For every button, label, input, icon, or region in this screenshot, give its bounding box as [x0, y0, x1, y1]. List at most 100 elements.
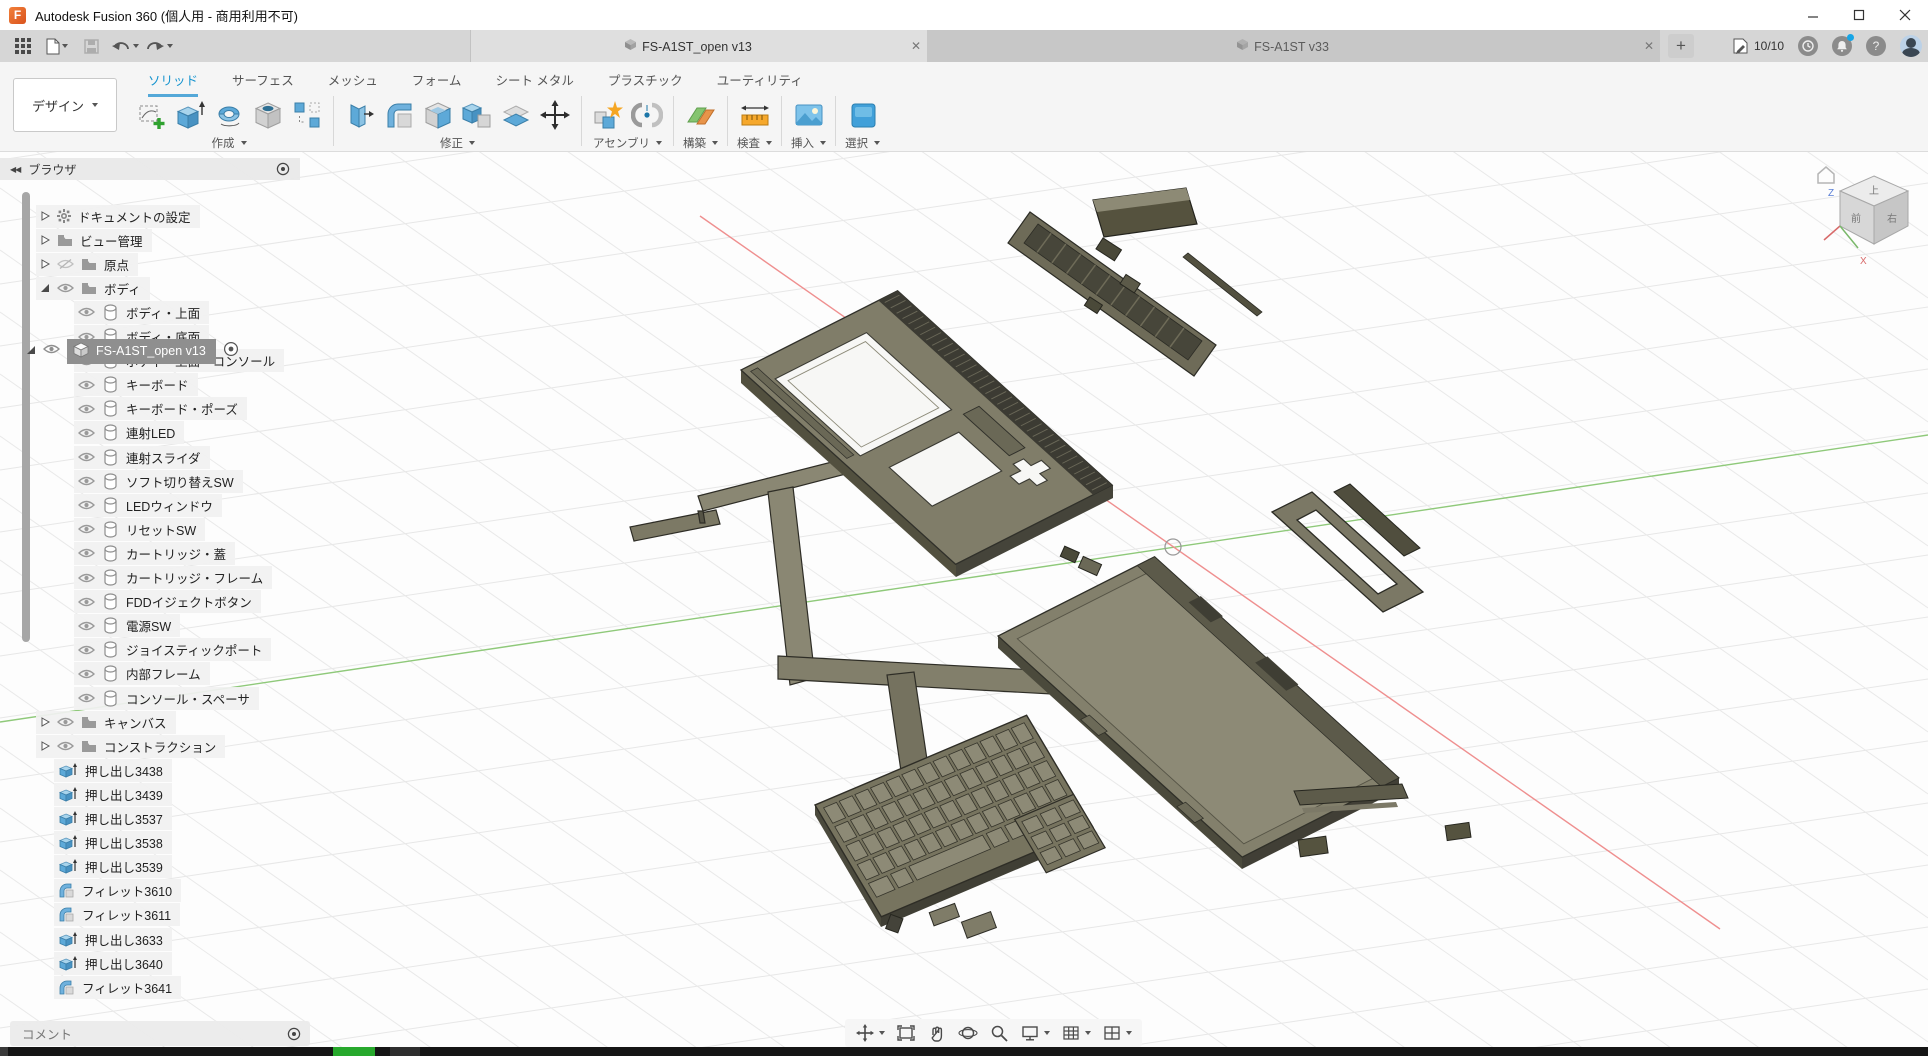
ribbon-group-label[interactable]: アセンブリ [593, 135, 662, 151]
app-grid-menu-icon[interactable] [8, 33, 38, 59]
tree-item-ドキュメントの設定[interactable]: ドキュメントの設定 [36, 205, 200, 227]
tree-item-コンストラクション[interactable]: コンストラクション [36, 735, 225, 757]
ribbon-tab-フォーム[interactable]: フォーム [412, 70, 462, 97]
collapse-panel-icon[interactable]: ◀◀ [10, 165, 20, 174]
eye-visible-icon[interactable] [78, 451, 95, 463]
tree-item-電源SW[interactable]: 電源SW [74, 615, 180, 637]
user-avatar[interactable] [1900, 35, 1922, 57]
notifications-bell-icon[interactable] [1832, 36, 1852, 56]
insert-image-icon[interactable] [792, 97, 826, 133]
zoom-icon[interactable] [985, 1021, 1013, 1045]
eye-hidden-icon[interactable] [57, 258, 74, 270]
joint-icon[interactable] [630, 97, 664, 133]
ribbon-tab-プラスチック[interactable]: プラスチック [608, 70, 683, 97]
document-tab-active[interactable]: FS-A1ST_open v13 ✕ [470, 30, 928, 62]
ribbon-tab-サーフェス[interactable]: サーフェス [232, 70, 294, 97]
close-button[interactable] [1882, 0, 1928, 30]
tree-item-押し出し3633[interactable]: 押し出し3633 [54, 928, 172, 950]
ribbon-tab-メッシュ[interactable]: メッシュ [328, 70, 378, 97]
eye-visible-icon[interactable] [57, 282, 74, 294]
grid-settings-icon[interactable] [1057, 1021, 1095, 1045]
select-icon[interactable] [846, 97, 880, 133]
eye-visible-icon[interactable] [78, 523, 95, 535]
eye-visible-icon[interactable] [78, 379, 95, 391]
help-icon[interactable]: ? [1866, 36, 1886, 56]
measure-icon[interactable] [738, 97, 772, 133]
eye-visible-icon[interactable] [78, 306, 95, 318]
eye-visible-icon[interactable] [78, 620, 95, 632]
comment-bar[interactable]: コメント [10, 1021, 310, 1046]
part-power-switch[interactable] [1060, 546, 1101, 575]
press-pull-icon[interactable] [343, 97, 377, 133]
tree-item-ソフト切り替えSW[interactable]: ソフト切り替えSW [74, 470, 243, 492]
expander-collapsed-icon[interactable] [40, 717, 50, 727]
new-tab-button[interactable]: + [1668, 34, 1694, 58]
eye-visible-icon[interactable] [57, 716, 74, 728]
offset-face-icon[interactable] [499, 97, 533, 133]
comment-pin-icon[interactable] [287, 1027, 301, 1041]
display-settings-icon[interactable] [1016, 1021, 1054, 1045]
tree-item-押し出し3439[interactable]: 押し出し3439 [54, 783, 172, 805]
document-tab-inactive[interactable]: FS-A1ST v33 ✕ [927, 30, 1660, 62]
fit-icon[interactable] [892, 1021, 920, 1045]
expander-expanded-icon[interactable] [40, 283, 50, 293]
ribbon-group-label[interactable]: 検査 [737, 135, 772, 151]
viewports-icon[interactable] [1098, 1021, 1136, 1045]
tree-item-フィレット3641[interactable]: フィレット3641 [54, 976, 181, 998]
ribbon-group-label[interactable]: 選択 [845, 135, 880, 151]
undo-icon[interactable] [110, 33, 140, 59]
tree-item-原点[interactable]: 原点 [36, 253, 138, 275]
ribbon-tab-シート メタル[interactable]: シート メタル [495, 70, 573, 97]
eye-visible-icon[interactable] [78, 403, 95, 415]
expander-expanded-icon[interactable] [26, 342, 36, 360]
tree-item-コンソール・スペーサ[interactable]: コンソール・スペーサ [74, 687, 259, 709]
tree-item-キーボード・ポーズ[interactable]: キーボード・ポーズ [74, 398, 247, 420]
ribbon-group-label[interactable]: 修正 [440, 135, 475, 151]
shell-icon[interactable] [421, 97, 455, 133]
browser-root-item[interactable]: FS-A1ST_open v13 [26, 339, 239, 363]
combine-icon[interactable] [460, 97, 494, 133]
construct-plane-icon[interactable] [684, 97, 718, 133]
eye-visible-icon[interactable] [78, 596, 95, 608]
tree-item-ビュー管理[interactable]: ビュー管理 [36, 229, 152, 251]
tree-item-カートリッジ・蓋[interactable]: カートリッジ・蓋 [74, 542, 235, 564]
tab-close-icon[interactable]: ✕ [905, 39, 927, 53]
tree-item-押し出し3640[interactable]: 押し出し3640 [54, 952, 172, 974]
panel-pin-icon[interactable] [276, 162, 290, 176]
eye-visible-icon[interactable] [78, 427, 95, 439]
pattern-icon[interactable] [290, 97, 324, 133]
expander-collapsed-icon[interactable] [40, 259, 50, 269]
eye-visible-icon[interactable] [78, 475, 95, 487]
part-cartridge-door-assembly[interactable] [1008, 188, 1262, 376]
ribbon-group-label[interactable]: 挿入 [791, 135, 826, 151]
view-cube-body[interactable]: 上 前 右 [1840, 176, 1908, 244]
maximize-button[interactable] [1836, 0, 1882, 30]
expander-collapsed-icon[interactable] [40, 741, 50, 751]
move-icon[interactable] [538, 97, 572, 133]
home-view-icon[interactable] [1818, 167, 1834, 183]
eye-visible-icon[interactable] [78, 499, 95, 511]
eye-visible-icon[interactable] [78, 644, 95, 656]
browser-header[interactable]: ◀◀ ブラウザ [0, 158, 300, 180]
new-component-icon[interactable] [591, 97, 625, 133]
tree-item-ジョイスティックポート[interactable]: ジョイスティックポート [74, 639, 271, 661]
ribbon-tab-ユーティリティ[interactable]: ユーティリティ [717, 70, 803, 97]
tree-item-内部フレーム[interactable]: 内部フレーム [74, 663, 210, 685]
tree-item-LEDウィンドウ[interactable]: LEDウィンドウ [74, 494, 222, 516]
eye-visible-icon[interactable] [78, 668, 95, 680]
tree-item-リセットSW[interactable]: リセットSW [74, 518, 205, 540]
orbit-icon[interactable] [954, 1021, 982, 1045]
view-cube[interactable]: Z 上 前 右 X [1812, 160, 1924, 276]
hole-icon[interactable] [251, 97, 285, 133]
eye-visible-icon[interactable] [43, 342, 60, 360]
workspace-selector[interactable]: デザイン [13, 78, 117, 132]
create-sketch-icon[interactable] [134, 97, 168, 133]
tree-item-キーボード[interactable]: キーボード [74, 374, 198, 396]
tree-item-連射LED[interactable]: 連射LED [74, 422, 184, 444]
extrude-icon[interactable] [173, 97, 207, 133]
ribbon-group-label[interactable]: 構築 [683, 135, 718, 151]
redo-icon[interactable] [144, 33, 174, 59]
activate-component-radio[interactable] [223, 341, 239, 362]
tree-item-押し出し3537[interactable]: 押し出し3537 [54, 808, 172, 830]
tab-close-icon[interactable]: ✕ [1638, 39, 1660, 53]
